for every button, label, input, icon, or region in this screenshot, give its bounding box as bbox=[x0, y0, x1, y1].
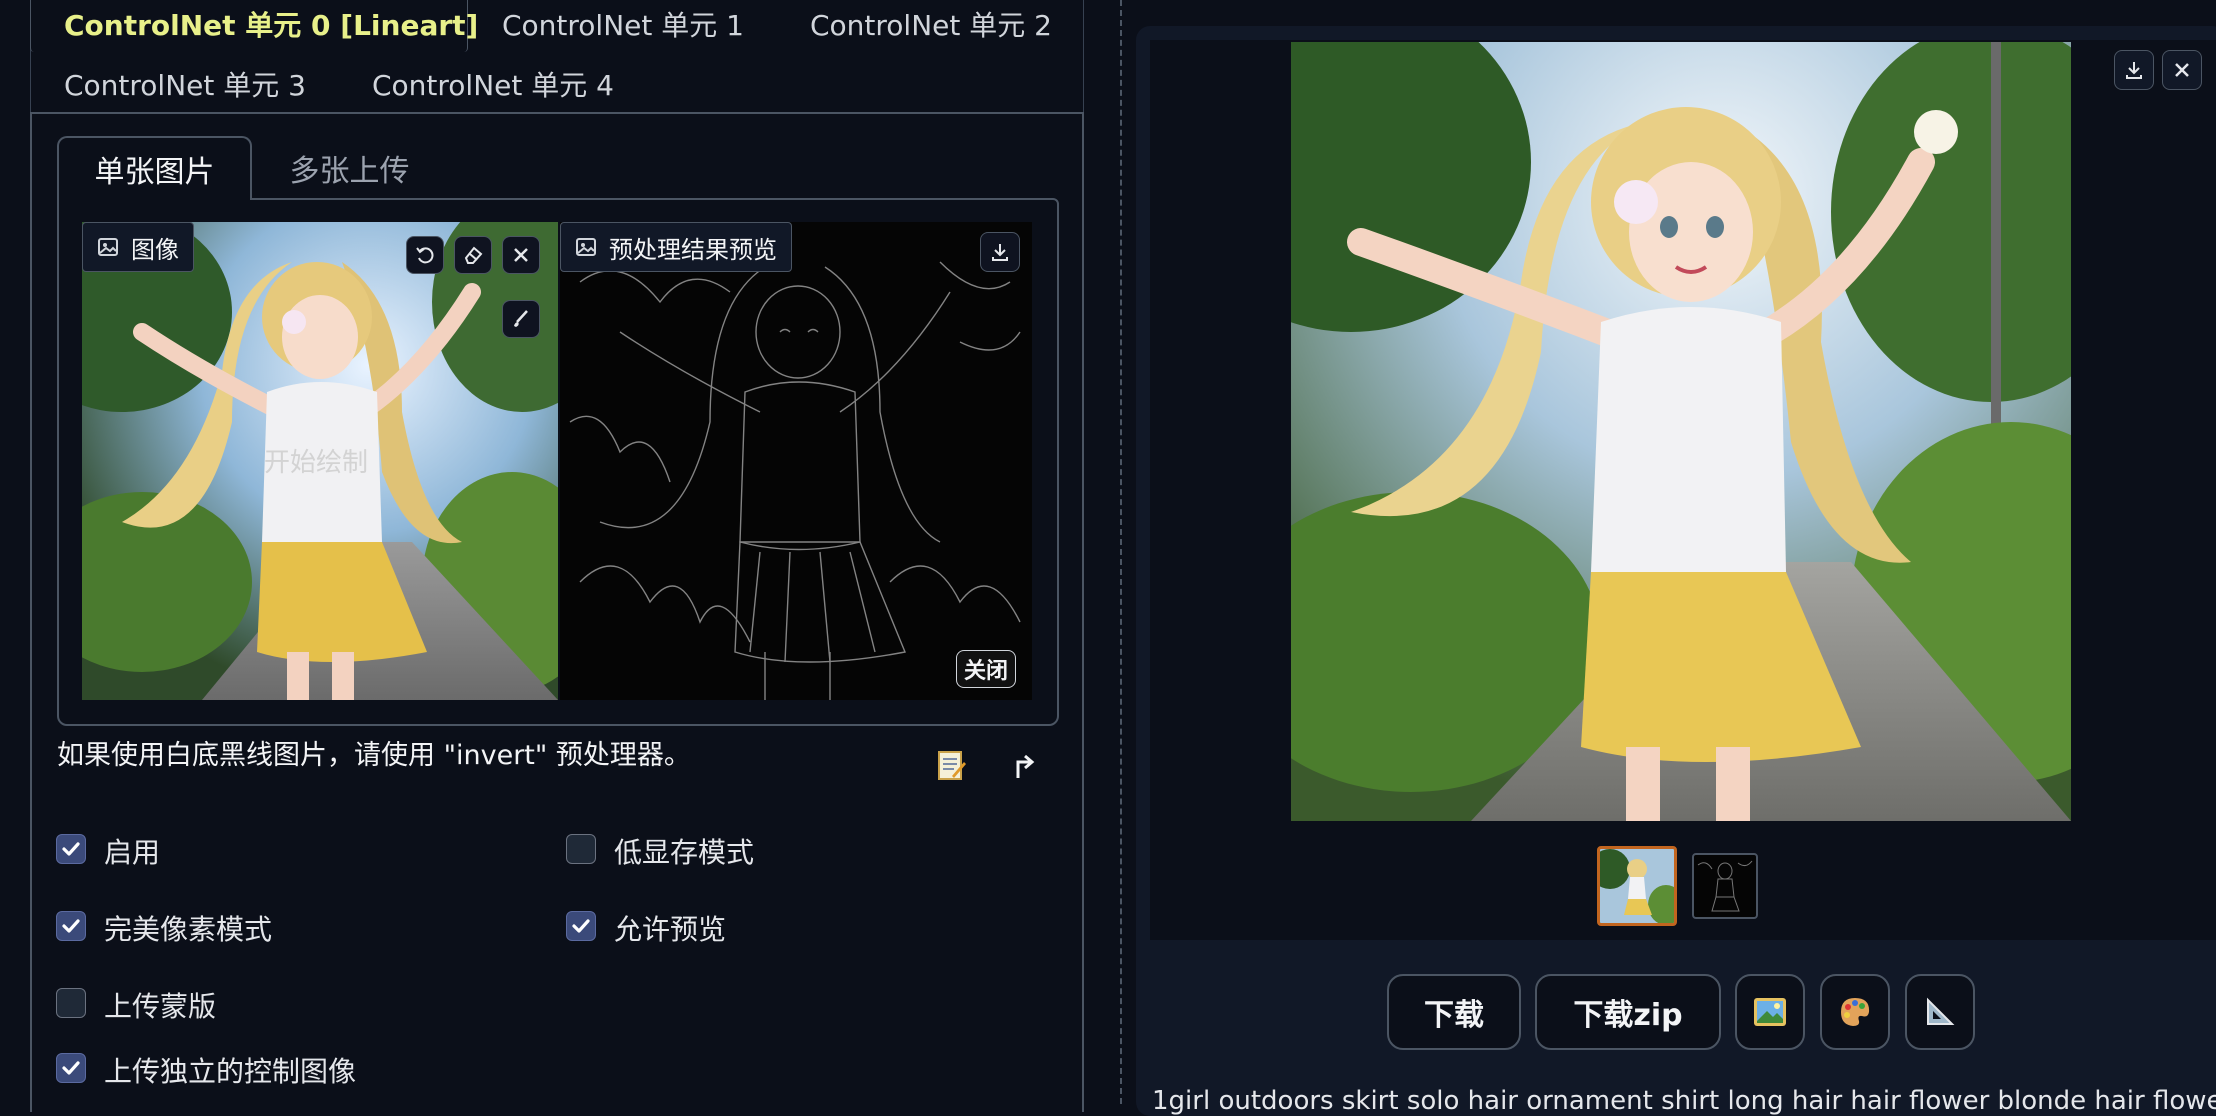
download-zip-button-label: 下载zip bbox=[1573, 998, 1683, 1033]
draw-overlay-text: 开始绘制 bbox=[264, 448, 369, 478]
tab-batch-upload-label: 多张上传 bbox=[289, 154, 410, 189]
preview-image bbox=[560, 222, 1032, 700]
tab-single-image[interactable]: 单张图片 bbox=[57, 136, 252, 200]
output-image-illustration bbox=[1291, 42, 2071, 821]
picture-icon bbox=[1754, 998, 1786, 1026]
send-to-extras-button[interactable] bbox=[1905, 974, 1975, 1050]
allow-preview-checkbox[interactable] bbox=[566, 911, 596, 941]
tab-unit-4[interactable]: ControlNet 单元 4 bbox=[372, 64, 614, 104]
low-vram-checkbox[interactable] bbox=[566, 834, 596, 864]
thumbnail-illustration bbox=[1697, 860, 1753, 912]
thumbnail-illustration bbox=[1600, 849, 1674, 923]
output-image[interactable] bbox=[1291, 42, 2071, 821]
tab-unit-1[interactable]: ControlNet 单元 1 bbox=[502, 4, 744, 44]
checkmark-icon bbox=[62, 919, 80, 933]
upload-mask-label: 上传蒙版 bbox=[104, 990, 217, 1023]
memo-icon[interactable] bbox=[934, 748, 968, 782]
undo-icon[interactable] bbox=[406, 236, 444, 274]
pixel-perfect-label: 完美像素模式 bbox=[104, 913, 273, 946]
invert-hint: 如果使用白底黑线图片，请使用 "invert" 预处理器。 bbox=[57, 740, 691, 771]
close-preview-label: 关闭 bbox=[963, 659, 1008, 684]
image-icon bbox=[98, 238, 118, 256]
download-zip-button[interactable]: 下载zip bbox=[1535, 974, 1721, 1050]
upload-mask-checkbox[interactable] bbox=[56, 988, 86, 1018]
generation-info-text: 1girl outdoors skirt solo hair ornament … bbox=[1152, 1086, 2216, 1116]
send-dimensions-icon[interactable] bbox=[1006, 748, 1040, 782]
lineart-preview-illustration bbox=[569, 261, 1021, 700]
close-icon[interactable] bbox=[502, 236, 540, 274]
download-icon[interactable] bbox=[980, 232, 1020, 272]
gallery-thumbnail[interactable] bbox=[1692, 853, 1758, 919]
input-image-label-text: 图像 bbox=[131, 235, 179, 264]
upload-independent-label: 上传独立的控制图像 bbox=[104, 1055, 357, 1088]
input-image-label: 图像 bbox=[82, 222, 194, 272]
checkmark-icon bbox=[62, 1061, 80, 1075]
tab-single-image-label: 单张图片 bbox=[94, 155, 215, 190]
tab-batch-upload[interactable]: 多张上传 bbox=[252, 136, 447, 200]
triangular-ruler-icon bbox=[1927, 997, 1955, 1025]
pixel-perfect-checkbox[interactable] bbox=[56, 911, 86, 941]
brush-icon[interactable] bbox=[502, 300, 540, 338]
enable-checkbox[interactable] bbox=[56, 834, 86, 864]
tab-unit-2[interactable]: ControlNet 单元 2 bbox=[810, 4, 1052, 44]
download-button-label: 下载 bbox=[1424, 998, 1484, 1033]
upload-independent-checkbox[interactable] bbox=[56, 1053, 86, 1083]
close-icon[interactable] bbox=[2162, 50, 2202, 90]
preview-image-label-text: 预处理结果预览 bbox=[609, 235, 777, 264]
low-vram-label: 低显存模式 bbox=[614, 836, 755, 869]
input-image-canvas[interactable]: 开始绘制 bbox=[82, 222, 558, 700]
enable-label: 启用 bbox=[104, 836, 161, 869]
checkmark-icon bbox=[62, 842, 80, 856]
gallery-thumbnail[interactable] bbox=[1597, 846, 1677, 926]
column-divider bbox=[1120, 0, 1122, 1104]
allow-preview-label: 允许预览 bbox=[614, 913, 727, 946]
download-icon[interactable] bbox=[2114, 50, 2154, 90]
close-preview-button[interactable]: 关闭 bbox=[956, 650, 1016, 688]
eraser-icon[interactable] bbox=[454, 236, 492, 274]
controlnet-panel: ControlNet 单元 0 [Lineart] ControlNet 单元 … bbox=[0, 0, 1110, 1112]
download-button[interactable]: 下载 bbox=[1387, 974, 1521, 1050]
tab-unit-3[interactable]: ControlNet 单元 3 bbox=[64, 64, 306, 104]
send-to-inpaint-button[interactable] bbox=[1820, 974, 1890, 1050]
send-to-img2img-button[interactable] bbox=[1735, 974, 1805, 1050]
checkmark-icon bbox=[572, 919, 590, 933]
palette-icon bbox=[1841, 998, 1870, 1026]
image-icon bbox=[576, 238, 596, 256]
tab-unit-0-label[interactable]: ControlNet 单元 0 [Lineart] bbox=[64, 4, 478, 44]
preview-image-label: 预处理结果预览 bbox=[560, 222, 792, 272]
